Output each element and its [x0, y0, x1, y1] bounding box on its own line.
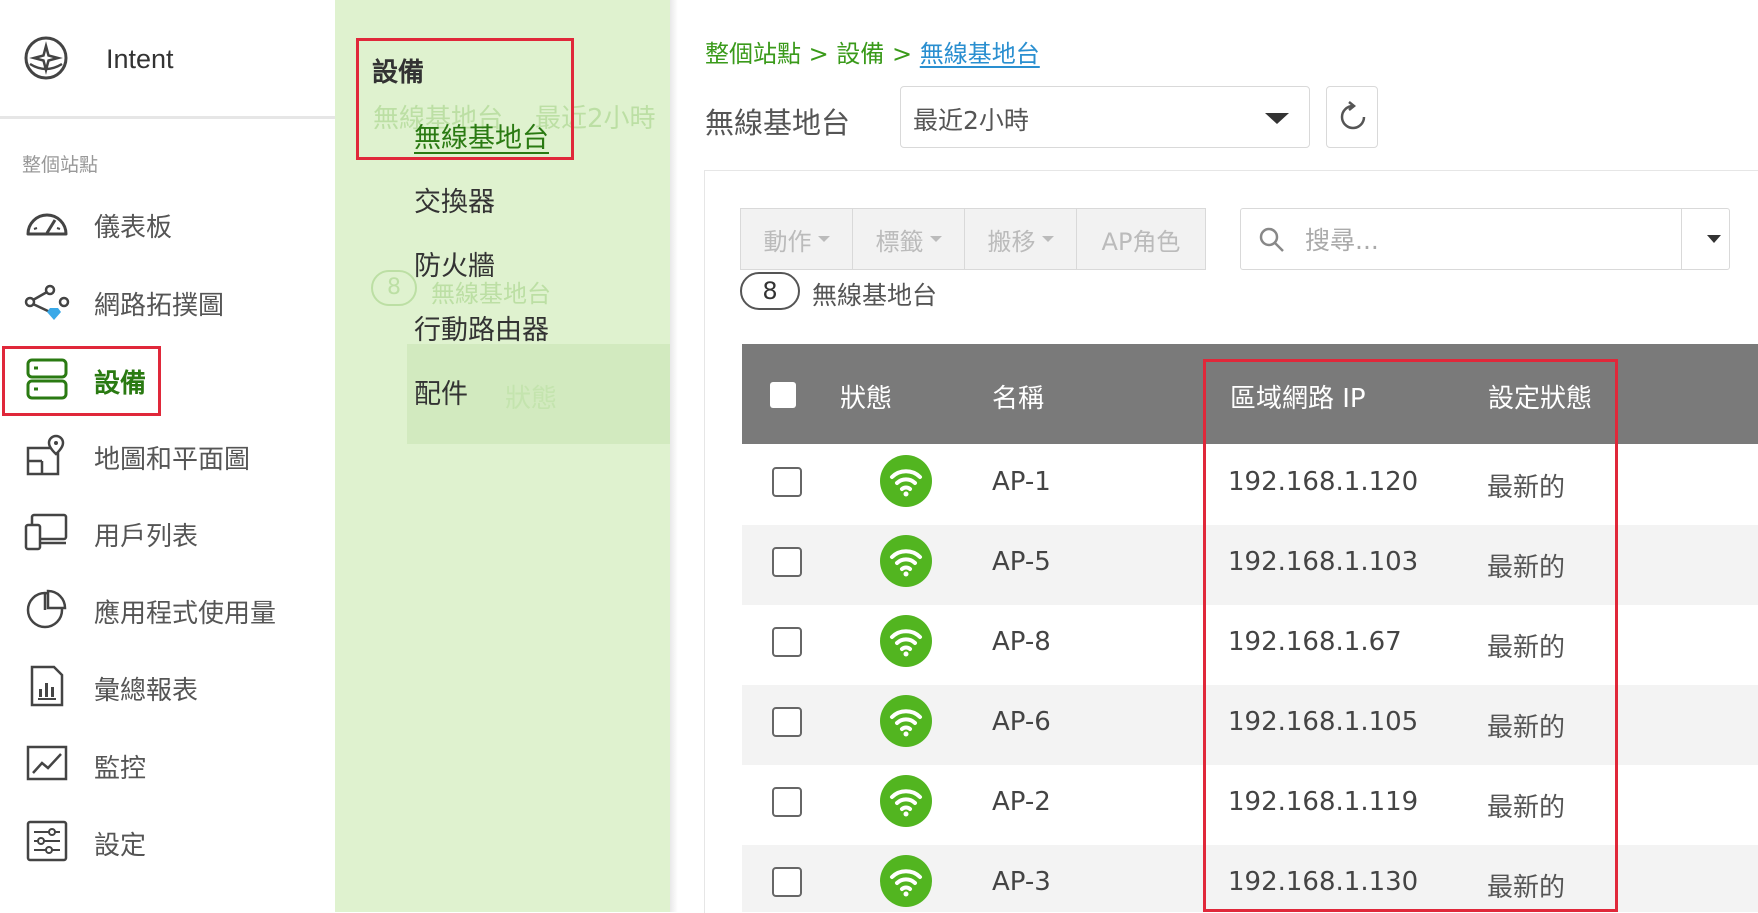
select-all-checkbox[interactable]: [770, 382, 796, 408]
pie-chart-icon: [26, 589, 67, 629]
search-input[interactable]: [1303, 219, 1637, 261]
online-status-indicator: [880, 615, 932, 667]
device-name[interactable]: AP-8: [992, 627, 1051, 657]
topology-icon: [24, 284, 70, 320]
sidebar-item-clients[interactable]: 用戶列表: [0, 503, 335, 563]
wifi-icon: [890, 709, 922, 737]
online-status-indicator: [880, 855, 932, 907]
divider: [0, 116, 335, 119]
online-status-indicator: [880, 535, 932, 587]
content-shadow: [670, 0, 678, 912]
tag-label: 標籤: [875, 227, 924, 256]
report-icon: [30, 665, 64, 707]
search-divider: [1681, 209, 1682, 269]
sidebar-item-topology[interactable]: 網路拓撲圖: [0, 272, 335, 332]
sidebar-item-map[interactable]: 地圖和平面圖: [0, 426, 335, 486]
monitor-icon: [26, 745, 68, 781]
device-name[interactable]: AP-1: [992, 467, 1051, 497]
sidebar-item-label: 用戶列表: [94, 522, 199, 552]
online-status-indicator: [880, 775, 932, 827]
device-name[interactable]: AP-2: [992, 787, 1051, 817]
submenu-item-firewalls[interactable]: 防火牆: [414, 244, 495, 283]
submenu-item-mobile-routers[interactable]: 行動路由器: [414, 308, 549, 347]
online-status-indicator: [880, 455, 932, 507]
submenu-highlight-box: [356, 38, 574, 160]
sidebar-item-label: 網路拓撲圖: [94, 291, 225, 321]
row-checkbox[interactable]: [772, 547, 802, 577]
search-filter-caret-icon[interactable]: [1707, 235, 1721, 243]
device-name[interactable]: AP-6: [992, 707, 1051, 737]
row-checkbox[interactable]: [772, 627, 802, 657]
clients-icon: [24, 513, 68, 551]
gauge-icon: [26, 213, 68, 236]
sidebar-item-label: 監控: [94, 754, 147, 784]
ap-role-button[interactable]: AP角色: [1077, 209, 1205, 269]
refresh-button[interactable]: [1326, 86, 1378, 148]
refresh-icon: [1340, 101, 1366, 130]
breadcrumb-devices[interactable]: 設備: [836, 40, 884, 68]
breadcrumb-separator: >: [808, 40, 829, 68]
search-icon: [1259, 227, 1284, 252]
caret-down-icon: [1041, 236, 1054, 242]
sidebar: Intent 整個站點 儀表板 網路拓撲圖 設備 地圖和平面圖 用戶列表 應用程…: [0, 0, 335, 912]
action-label: 動作: [763, 227, 812, 256]
wifi-icon: [890, 869, 922, 897]
intent-link[interactable]: Intent: [0, 0, 335, 118]
devices-highlight-box: [2, 346, 161, 416]
breadcrumb-current[interactable]: 無線基地台: [920, 40, 1040, 68]
device-count-badge: 8: [740, 272, 800, 310]
column-header-name[interactable]: 名稱: [992, 378, 1044, 415]
action-toolbar: 動作 標籤 搬移 AP角色: [740, 208, 1206, 270]
row-checkbox[interactable]: [772, 867, 802, 897]
ap-role-label: AP角色: [1101, 227, 1181, 256]
action-dropdown-button[interactable]: 動作: [741, 209, 853, 269]
breadcrumb-separator: >: [892, 40, 913, 68]
search-box: [1240, 208, 1730, 270]
sidebar-item-monitor[interactable]: 監控: [0, 735, 335, 795]
sidebar-item-label: 儀表板: [94, 213, 173, 243]
sidebar-item-label: 地圖和平面圖: [94, 445, 251, 475]
ghost-count: 8: [371, 270, 417, 306]
wifi-icon: [890, 469, 922, 497]
time-range-value: 最近2小時: [913, 106, 1029, 135]
move-dropdown-button[interactable]: 搬移: [965, 209, 1077, 269]
sidebar-item-label: 應用程式使用量: [94, 599, 277, 629]
caret-down-icon: [1265, 113, 1289, 124]
map-floorplan-icon: [26, 434, 65, 476]
row-checkbox[interactable]: [772, 467, 802, 497]
intent-sparkle-icon: [24, 36, 68, 80]
online-status-indicator: [880, 695, 932, 747]
sidebar-item-reports[interactable]: 彙總報表: [0, 657, 335, 717]
page-title: 無線基地台: [705, 106, 851, 140]
ghost-status-header: 狀態: [505, 384, 558, 414]
sidebar-item-settings[interactable]: 設定: [0, 812, 335, 872]
device-count-label: 無線基地台: [812, 281, 938, 310]
device-name[interactable]: AP-3: [992, 867, 1051, 897]
intent-label: Intent: [106, 44, 174, 74]
move-label: 搬移: [987, 227, 1036, 256]
breadcrumb: 整個站點 > 設備 > 無線基地台: [705, 34, 1040, 69]
caret-down-icon: [929, 236, 942, 242]
settings-icon: [26, 820, 68, 862]
sidebar-item-dashboard[interactable]: 儀表板: [0, 194, 335, 254]
ip-config-highlight-box: [1203, 359, 1618, 912]
sidebar-item-label: 彙總報表: [94, 676, 199, 706]
row-checkbox[interactable]: [772, 707, 802, 737]
wifi-icon: [890, 549, 922, 577]
caret-down-icon: [817, 236, 830, 242]
wifi-icon: [890, 789, 922, 817]
time-range-select[interactable]: 最近2小時: [900, 86, 1310, 148]
device-name[interactable]: AP-5: [992, 547, 1051, 577]
site-scope-label: 整個站點: [22, 154, 99, 176]
sidebar-item-label: 設定: [94, 831, 147, 861]
submenu-item-switches[interactable]: 交換器: [414, 180, 495, 219]
sidebar-item-app-usage[interactable]: 應用程式使用量: [0, 580, 335, 640]
breadcrumb-site[interactable]: 整個站點: [705, 40, 801, 68]
submenu-item-accessories[interactable]: 配件: [414, 372, 468, 411]
tag-dropdown-button[interactable]: 標籤: [853, 209, 965, 269]
wifi-icon: [890, 629, 922, 657]
row-checkbox[interactable]: [772, 787, 802, 817]
column-header-status[interactable]: 狀態: [840, 378, 892, 415]
